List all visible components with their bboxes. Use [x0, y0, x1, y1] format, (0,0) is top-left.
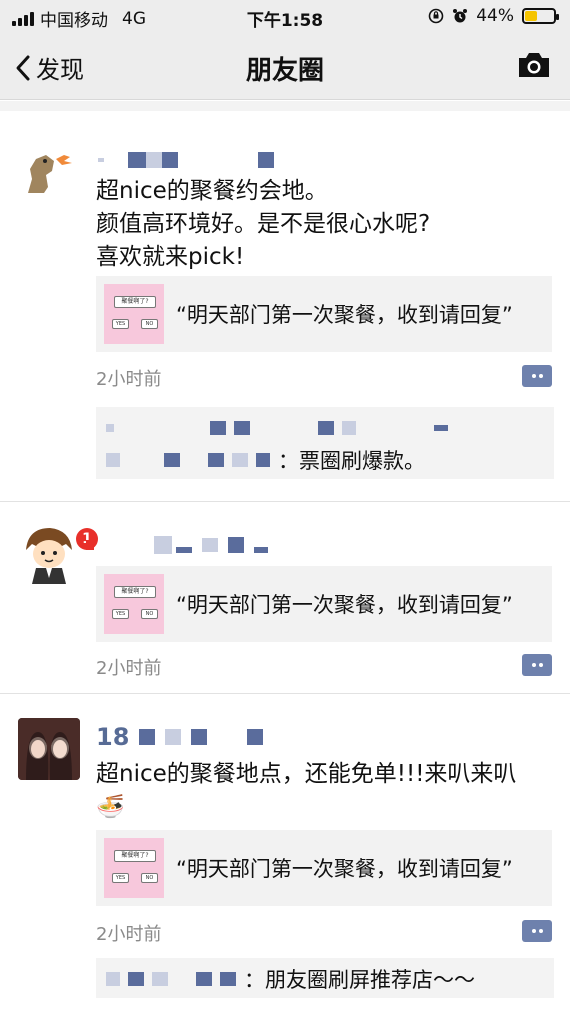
thumb-no: NO: [141, 873, 158, 883]
thumb-yes: YES: [112, 873, 129, 883]
shared-link-card[interactable]: 聚餐啊了? YES NO “明天部门第一次聚餐，收到请回复”: [96, 566, 552, 642]
status-right: 44%: [428, 6, 559, 26]
comment-area: ：票圈刷爆款。: [96, 407, 554, 479]
post-text-line: 喜欢就来pick!: [96, 244, 245, 270]
avatar[interactable]: [18, 141, 80, 203]
comment-row-blurred: [106, 421, 448, 435]
thumb-yes: YES: [112, 609, 129, 619]
thumb-no: NO: [141, 319, 158, 329]
rotation-lock-icon: [428, 8, 444, 24]
page-title: 朋友圈: [245, 56, 324, 86]
comment-row[interactable]: ：票圈刷爆款。: [106, 445, 425, 475]
cartoon-avatar-icon: [26, 528, 72, 584]
comment-row[interactable]: ：朋友圈刷屏推荐店～～: [106, 964, 475, 994]
battery-icon: [522, 8, 559, 24]
alarm-icon: [453, 9, 468, 23]
comment-area: ：朋友圈刷屏推荐店～～: [96, 958, 554, 998]
thumb-question: 聚餐啊了?: [114, 296, 156, 308]
post-time: 2小时前: [96, 369, 162, 390]
comment-more-button[interactable]: [522, 365, 552, 387]
battery-fill: [525, 11, 538, 21]
avatar[interactable]: [18, 718, 80, 780]
thumb-no: NO: [141, 609, 158, 619]
post-text-line: 超nice的聚餐地点，还能免单!!!来叭来叭: [96, 761, 517, 787]
post-author-name[interactable]: 18: [96, 723, 264, 751]
battery-percent: 44%: [476, 6, 514, 26]
author-name-prefix: 18: [96, 723, 130, 751]
link-title: “明天部门第一次聚餐，收到请回复”: [176, 857, 513, 881]
comment-more-icon: [531, 374, 536, 378]
dinosaur-avatar-icon: [28, 155, 72, 193]
thumb-yes: YES: [112, 319, 129, 329]
post-time: 2小时前: [96, 658, 162, 679]
post-time: 2小时前: [96, 924, 162, 945]
comment-text: ：朋友圈刷屏推荐店～～: [244, 968, 475, 992]
moment-post: 18 超nice的聚餐地点，还能免单!!!来叭来叭 🍜 聚餐啊了? YES NO…: [0, 694, 570, 1015]
post-text-line: 超nice的聚餐约会地。: [96, 178, 328, 204]
post-text: 超nice的聚餐地点，还能免单!!!来叭来叭 🍜: [96, 758, 556, 824]
post-text-line: 颜值高环境好。是不是很心水呢?: [96, 211, 431, 237]
nav-bar: 发现 朋友圈: [0, 32, 570, 100]
noodle-emoji: 🍜: [96, 794, 125, 820]
avatar[interactable]: 1: [18, 522, 98, 584]
post-text: 超nice的聚餐约会地。 颜值高环境好。是不是很心水呢? 喜欢就来pick!: [96, 175, 556, 274]
comment-more-icon: [531, 929, 536, 933]
status-bar: 中国移动 4G 下午1:58 44%: [0, 0, 570, 32]
camera-button[interactable]: [516, 50, 552, 84]
comment-more-icon: [531, 663, 536, 667]
link-thumbnail: 聚餐啊了? YES NO: [104, 574, 164, 634]
feed-top-gap: [0, 101, 570, 111]
link-title: “明天部门第一次聚餐，收到请回复”: [176, 593, 513, 617]
comment-more-button[interactable]: [522, 920, 552, 942]
thumb-question: 聚餐啊了?: [114, 586, 156, 598]
photo-avatar-icon: [18, 718, 80, 780]
comment-more-button[interactable]: [522, 654, 552, 676]
shared-link-card[interactable]: 聚餐啊了? YES NO “明天部门第一次聚餐，收到请回复”: [96, 830, 552, 906]
camera-icon: [519, 53, 549, 77]
link-title: “明天部门第一次聚餐，收到请回复”: [176, 303, 513, 327]
post-author-name[interactable]: [96, 147, 274, 173]
moment-post: 超nice的聚餐约会地。 颜值高环境好。是不是很心水呢? 喜欢就来pick! 聚…: [0, 111, 570, 502]
link-thumbnail: 聚餐啊了? YES NO: [104, 284, 164, 344]
post-author-name[interactable]: [86, 532, 268, 558]
moment-post: 1 聚餐啊了? YES NO “明天部门第一次聚餐，收到请回复” 2小时前: [0, 502, 570, 694]
shared-link-card[interactable]: 聚餐啊了? YES NO “明天部门第一次聚餐，收到请回复”: [96, 276, 552, 352]
thumb-question: 聚餐啊了?: [114, 850, 156, 862]
comment-text: ：票圈刷爆款。: [278, 449, 425, 473]
link-thumbnail: 聚餐啊了? YES NO: [104, 838, 164, 898]
